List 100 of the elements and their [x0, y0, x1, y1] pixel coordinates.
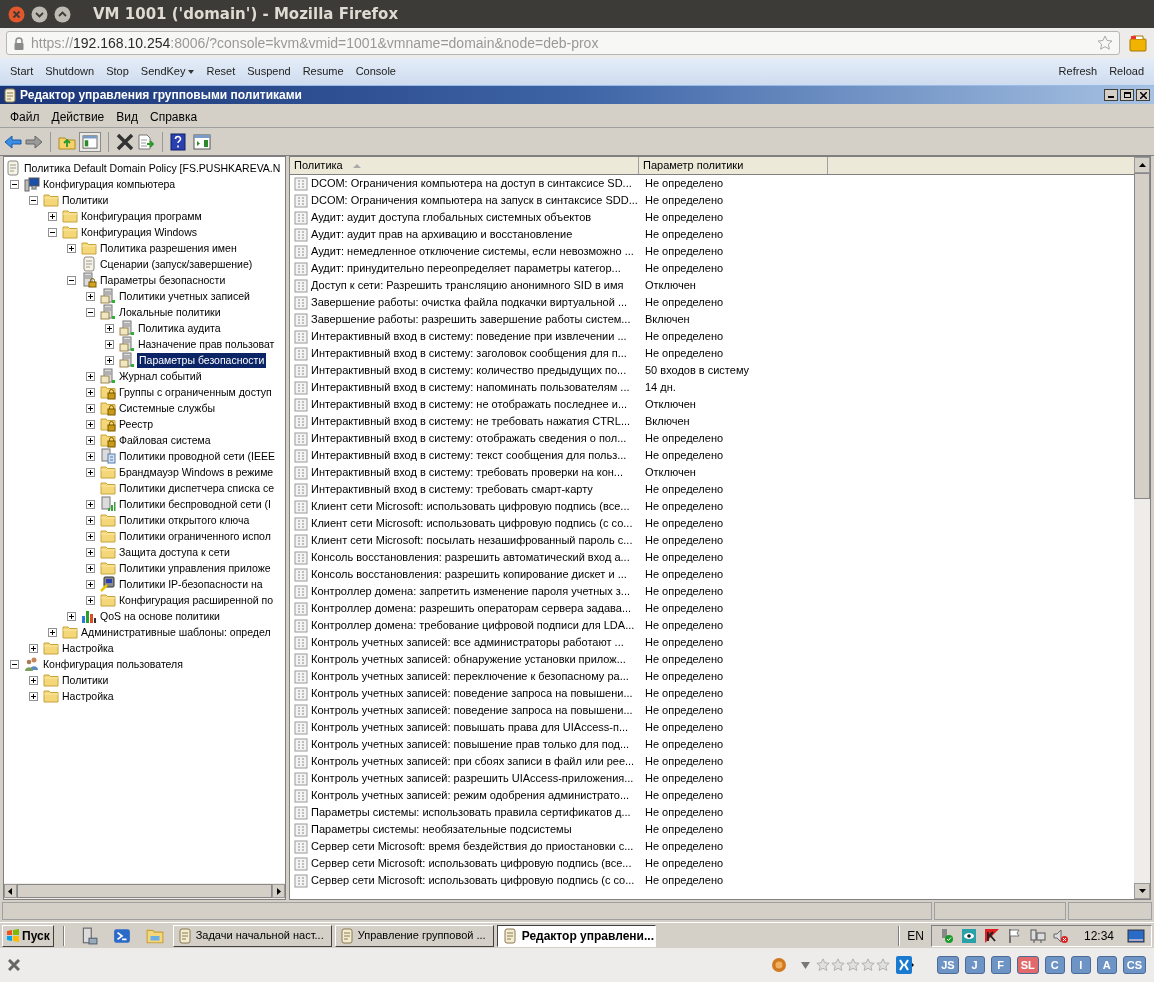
- expand-toggle[interactable]: [86, 467, 95, 477]
- expand-toggle[interactable]: [86, 579, 95, 589]
- taskbar-button[interactable]: Задачи начальной наст...: [172, 924, 332, 947]
- maximize-icon[interactable]: [54, 5, 71, 23]
- collapse-toggle[interactable]: [10, 179, 19, 189]
- tree-item[interactable]: Настройка: [61, 640, 115, 656]
- scroll-down-icon[interactable]: [1138, 889, 1146, 893]
- toolbar-button[interactable]: Reset: [200, 60, 242, 83]
- tree-item[interactable]: Конфигурация пользователя: [42, 656, 184, 672]
- expand-toggle[interactable]: [29, 675, 38, 685]
- expand-toggle[interactable]: [67, 611, 76, 621]
- tree-item[interactable]: Файловая система: [118, 432, 212, 448]
- expand-toggle[interactable]: [86, 291, 95, 301]
- network-icon[interactable]: [1029, 927, 1046, 944]
- expand-toggle[interactable]: [86, 451, 95, 461]
- show-desktop-icon[interactable]: [1127, 927, 1145, 944]
- taskbar-button[interactable]: Редактор управлени...: [496, 924, 656, 947]
- tree-item[interactable]: Журнал событий: [118, 368, 203, 384]
- help-icon[interactable]: [170, 132, 186, 151]
- tree-item[interactable]: Группы с ограниченным доступ: [118, 384, 273, 400]
- restore-button[interactable]: [1120, 89, 1134, 101]
- expand-toggle[interactable]: [86, 403, 95, 413]
- tree-item[interactable]: Системные службы: [118, 400, 216, 416]
- bookmark-icon[interactable]: [1128, 33, 1148, 53]
- expand-toggle[interactable]: [86, 387, 95, 397]
- expand-toggle[interactable]: [48, 627, 57, 637]
- tree-item[interactable]: Политика аудита: [137, 320, 222, 336]
- menu-item[interactable]: Файл: [4, 107, 46, 126]
- expand-toggle[interactable]: [48, 211, 57, 221]
- close-icon[interactable]: [8, 5, 25, 23]
- tree-item[interactable]: Локальные политики: [118, 304, 222, 320]
- tree-item[interactable]: Конфигурация расширенной по: [118, 592, 275, 608]
- expand-toggle[interactable]: [29, 643, 38, 653]
- collapse-toggle[interactable]: [67, 275, 76, 285]
- tree-item[interactable]: Назначение прав пользоват: [137, 336, 276, 352]
- tree-item[interactable]: Политики проводной сети (IEEE: [118, 448, 276, 464]
- tree-item[interactable]: Реестр: [118, 416, 155, 432]
- expand-toggle[interactable]: [86, 515, 95, 525]
- toolbar-button[interactable]: Shutdown: [39, 60, 101, 83]
- tree-item[interactable]: Политики беспроводной сети (I: [118, 496, 272, 512]
- menu-item[interactable]: Вид: [110, 107, 144, 126]
- tree-item[interactable]: Политики открытого ключа: [118, 512, 251, 528]
- expand-toggle[interactable]: [86, 547, 95, 557]
- menu-item[interactable]: Действие: [45, 107, 111, 126]
- tree-item[interactable]: Политики ограниченного испол: [118, 528, 272, 544]
- tree-item[interactable]: Конфигурация программ: [80, 208, 203, 224]
- expand-toggle[interactable]: [67, 243, 76, 253]
- expand-toggle[interactable]: [86, 531, 95, 541]
- toolbar-button[interactable]: Stop: [100, 60, 135, 83]
- tree-item[interactable]: Политики: [61, 672, 110, 688]
- back-icon[interactable]: [4, 133, 22, 150]
- export-icon[interactable]: [137, 133, 155, 150]
- expand-toggle[interactable]: [105, 339, 114, 349]
- collapse-toggle[interactable]: [86, 307, 95, 317]
- expand-toggle[interactable]: [86, 499, 95, 509]
- delete-icon[interactable]: [116, 132, 134, 151]
- expand-toggle[interactable]: [29, 691, 38, 701]
- taskbar-button[interactable]: Управление групповой ...: [334, 924, 494, 947]
- tree-item[interactable]: Настройка: [61, 688, 115, 704]
- toolbar-button[interactable]: Reload: [1103, 60, 1150, 83]
- star-icon[interactable]: [1097, 35, 1113, 51]
- collapse-toggle[interactable]: [48, 227, 57, 237]
- orb-icon[interactable]: [771, 957, 788, 973]
- tree-item[interactable]: Политика Default Domain Policy [FS.PUSHKAREVA.N: [23, 160, 282, 176]
- toolbar-button[interactable]: Suspend: [241, 60, 297, 83]
- column-header[interactable]: Политика: [290, 157, 639, 174]
- expand-toggle[interactable]: [86, 371, 95, 381]
- minimize-icon[interactable]: [31, 5, 48, 23]
- action-pane-icon[interactable]: [193, 133, 211, 150]
- tree-item[interactable]: Параметры безопасности: [137, 352, 267, 368]
- collapse-toggle[interactable]: [29, 195, 38, 205]
- tree-item[interactable]: Политики диспетчера списка се: [118, 480, 276, 496]
- tree-pane-icon[interactable]: [79, 131, 101, 152]
- tree-item[interactable]: Сценарии (запуск/завершение): [99, 256, 254, 272]
- tree-item[interactable]: Политики IP-безопасности на: [118, 576, 264, 592]
- toolbar-button[interactable]: Refresh: [1052, 60, 1104, 83]
- close-icon[interactable]: [8, 959, 20, 971]
- toolbar-button[interactable]: Console: [349, 60, 402, 83]
- minimize-button[interactable]: [1104, 89, 1118, 101]
- expand-toggle[interactable]: [86, 435, 95, 445]
- close-button[interactable]: [1136, 89, 1150, 101]
- vertical-scrollbar[interactable]: [1134, 157, 1150, 899]
- shield-k-icon[interactable]: [983, 927, 1000, 944]
- tree-item[interactable]: Политики учетных записей: [118, 288, 251, 304]
- speaker-muted-icon[interactable]: [1052, 927, 1069, 944]
- column-header[interactable]: Параметр политики: [639, 157, 828, 174]
- dropdown-icon[interactable]: [801, 961, 811, 969]
- horizontal-scrollbar[interactable]: [4, 883, 285, 899]
- forward-icon[interactable]: [25, 133, 43, 150]
- url-field[interactable]: https://192.168.10.254:8006/?console=kvm&vmid=1001&vmname=domain&node=deb-prox: [6, 31, 1120, 55]
- flag-icon[interactable]: [1006, 927, 1023, 944]
- menu-item[interactable]: Справка: [144, 107, 204, 126]
- start-button[interactable]: Пуск: [2, 924, 54, 947]
- expand-toggle[interactable]: [105, 355, 114, 365]
- x-tool-icon[interactable]: [896, 956, 915, 974]
- tree-item[interactable]: Конфигурация компьютера: [42, 176, 177, 192]
- scroll-right-icon[interactable]: [276, 887, 281, 895]
- scroll-up-icon[interactable]: [1138, 163, 1146, 167]
- language-indicator[interactable]: EN: [903, 926, 928, 945]
- tree-item[interactable]: Конфигурация Windows: [80, 224, 198, 240]
